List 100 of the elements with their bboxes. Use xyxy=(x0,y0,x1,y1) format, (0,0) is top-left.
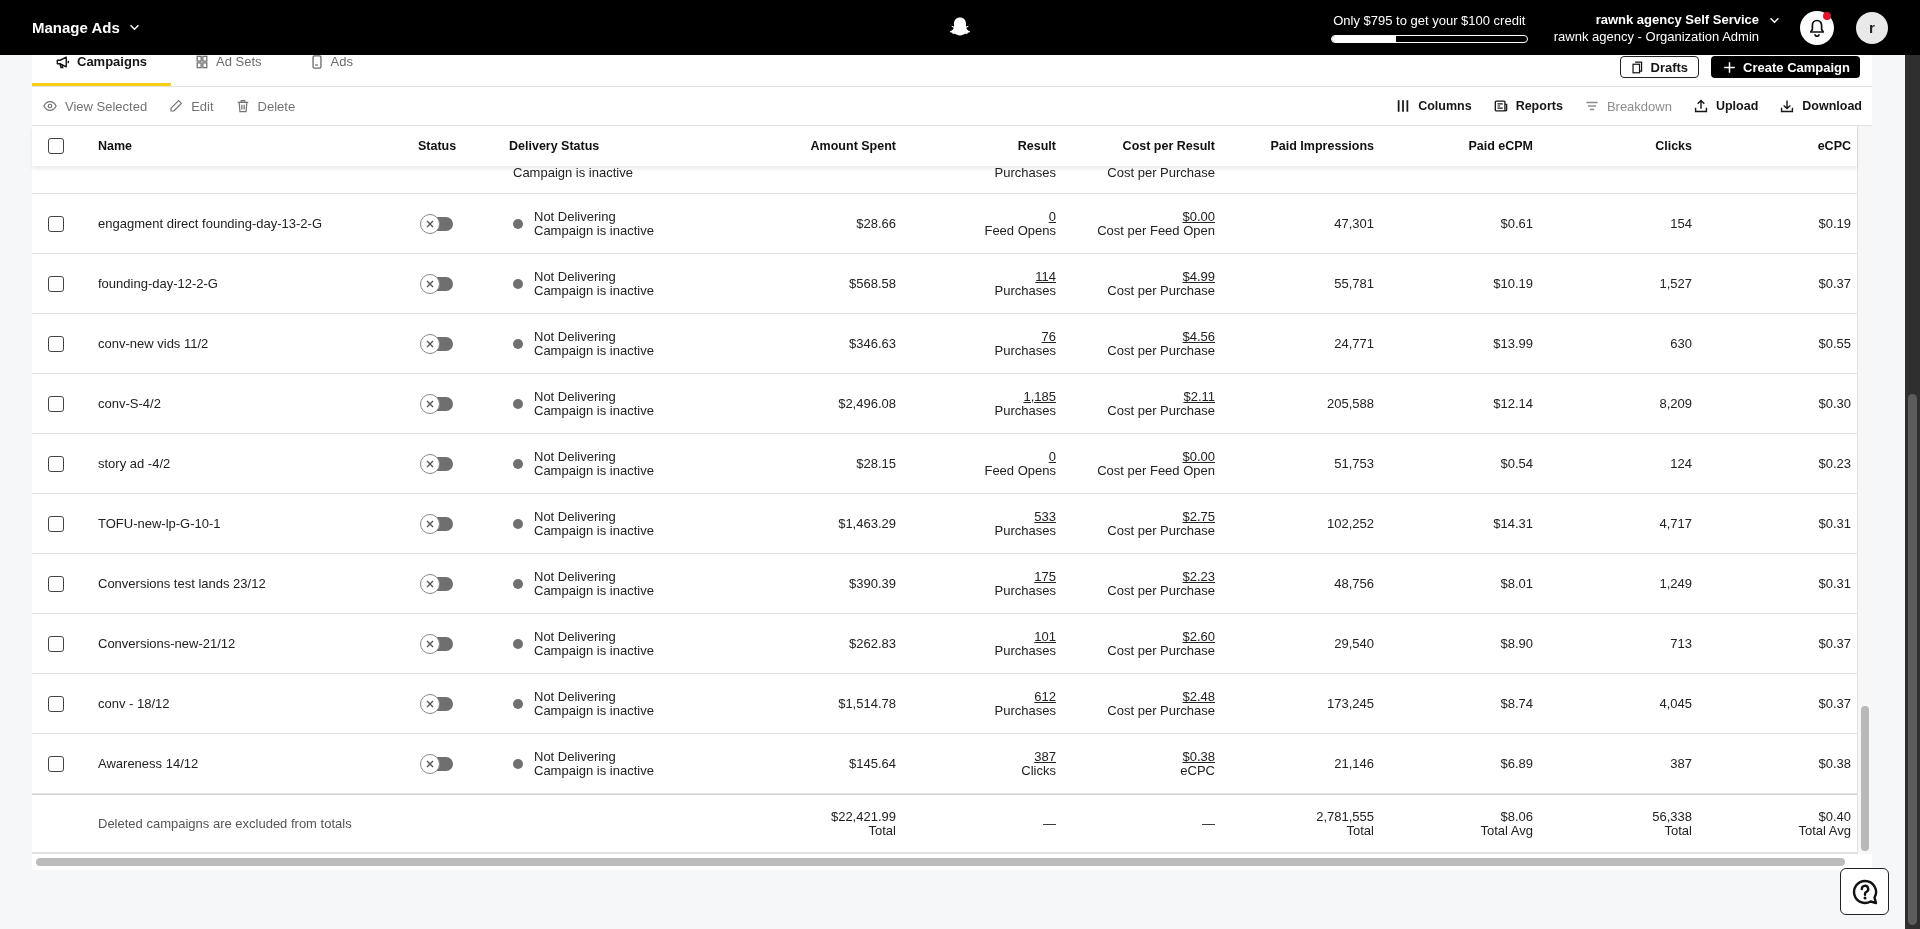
status-toggle[interactable] xyxy=(420,573,453,594)
avatar-button[interactable]: r xyxy=(1856,11,1888,44)
column-header[interactable]: Clicks xyxy=(1655,139,1692,153)
clicks-total: 56,338 xyxy=(1652,809,1692,824)
column-header[interactable]: Result xyxy=(1017,139,1056,153)
status-toggle[interactable] xyxy=(420,513,453,534)
status-toggle[interactable] xyxy=(420,213,453,234)
column-header[interactable]: eCPC xyxy=(1817,139,1851,153)
row-checkbox[interactable] xyxy=(48,755,64,772)
cost-per-result-link[interactable]: $4.56 xyxy=(1182,329,1215,344)
download-button[interactable]: Download xyxy=(1780,99,1862,113)
cost-per-result-link[interactable]: $2.75 xyxy=(1182,509,1215,524)
result-link[interactable]: 114 xyxy=(1035,269,1056,284)
cost-per-result-link[interactable]: $2.23 xyxy=(1182,569,1215,584)
delivery-status: Not Delivering xyxy=(534,449,616,464)
column-header[interactable]: Name xyxy=(98,139,133,153)
result-link[interactable]: 1,185 xyxy=(1023,389,1056,404)
column-header[interactable]: Cost per Result xyxy=(1122,139,1215,153)
row-checkbox[interactable] xyxy=(48,395,64,412)
result-link[interactable]: 76 xyxy=(1041,329,1056,344)
campaign-name[interactable]: engagment direct founding-day-13-2-G xyxy=(98,216,323,231)
app-menu-button[interactable]: Manage Ads xyxy=(32,19,140,36)
cost-per-result-link[interactable]: $0.00 xyxy=(1182,209,1215,224)
campaign-name[interactable]: Conversions-new-21/12 xyxy=(98,636,236,651)
campaign-name[interactable]: TOFU-new-lp-G-10-1 xyxy=(98,516,221,531)
row-checkbox[interactable] xyxy=(48,215,64,232)
campaign-name[interactable]: conv-new vids 11/2 xyxy=(98,336,209,351)
cost-per-result-link[interactable]: $0.38 xyxy=(1182,749,1215,764)
result-link[interactable]: 0 xyxy=(1048,209,1056,224)
campaign-name[interactable]: founding-day-12-2-G xyxy=(98,276,218,291)
result-link[interactable]: 612 xyxy=(1034,689,1056,704)
campaign-name[interactable]: Awareness 14/12 xyxy=(98,756,199,771)
result-link[interactable]: 101 xyxy=(1034,629,1056,644)
cost-per-result-link[interactable]: $2.60 xyxy=(1182,629,1215,644)
cost-per-result-link[interactable]: $2.11 xyxy=(1183,389,1215,404)
row-checkbox[interactable] xyxy=(48,275,64,292)
status-toggle[interactable] xyxy=(420,693,453,714)
row-checkbox[interactable] xyxy=(48,575,64,592)
select-all-checkbox[interactable] xyxy=(48,138,64,154)
delivery-detail: Campaign is inactive xyxy=(534,283,654,298)
upload-button[interactable]: Upload xyxy=(1693,99,1759,113)
drafts-button[interactable]: Drafts xyxy=(1619,56,1700,78)
status-toggle[interactable] xyxy=(420,333,453,354)
reports-button[interactable]: Reports xyxy=(1493,99,1563,113)
clicks-value: 4,045 xyxy=(1659,696,1692,711)
status-toggle[interactable] xyxy=(420,393,453,414)
impressions-total: 2,781,555 xyxy=(1316,809,1374,824)
scrollbar-thumb[interactable] xyxy=(1908,394,1917,925)
ecpm-total: $8.06 xyxy=(1500,809,1533,824)
result-label: Purchases xyxy=(994,643,1056,658)
create-campaign-button[interactable]: Create Campaign xyxy=(1711,56,1860,78)
column-header[interactable]: Status xyxy=(418,139,457,153)
row-checkbox[interactable] xyxy=(48,635,64,652)
column-header[interactable]: Paid Impressions xyxy=(1270,139,1374,153)
columns-button[interactable]: Columns xyxy=(1396,99,1472,113)
cost-per-result-link[interactable]: $0.00 xyxy=(1182,449,1215,464)
account-switcher[interactable]: rawnk agency Self Service rawnk agency - Organization Admin xyxy=(1553,10,1780,45)
result-link[interactable]: 533 xyxy=(1034,509,1056,524)
status-toggle[interactable] xyxy=(420,753,453,774)
result-link[interactable]: 175 xyxy=(1034,569,1056,584)
result-link[interactable]: 387 xyxy=(1034,749,1056,764)
notifications-button[interactable] xyxy=(1800,10,1834,45)
campaign-name[interactable]: Conversions test lands 23/12 xyxy=(98,576,266,591)
status-toggle[interactable] xyxy=(420,453,453,474)
row-checkbox[interactable] xyxy=(48,515,64,532)
cross-icon xyxy=(426,759,434,768)
documents-icon xyxy=(1630,60,1644,74)
campaign-name[interactable]: conv - 18/12 xyxy=(98,696,170,711)
row-checkbox[interactable] xyxy=(48,455,64,472)
cross-icon xyxy=(426,459,434,468)
cost-per-result-link[interactable]: $2.48 xyxy=(1182,689,1215,704)
campaign-name[interactable]: story ad -4/2 xyxy=(98,456,171,471)
impressions-value: 48,756 xyxy=(1334,576,1374,591)
campaign-name[interactable]: conv-S-4/2 xyxy=(98,396,161,411)
column-header[interactable]: Delivery Status xyxy=(509,139,600,153)
tab[interactable]: Ads xyxy=(285,55,377,86)
amount-spent-value: $28.15 xyxy=(856,456,896,471)
vertical-scrollbar[interactable] xyxy=(1857,126,1872,854)
status-toggle[interactable] xyxy=(420,633,453,654)
cost-per-result-link[interactable]: $4.99 xyxy=(1182,269,1215,284)
scrollbar-thumb[interactable] xyxy=(1861,706,1869,851)
ecpc-value: $0.31 xyxy=(1818,516,1851,531)
cost-label: Cost per Purchase xyxy=(1107,283,1215,298)
delivery-detail: Campaign is inactive xyxy=(534,223,654,238)
horizontal-scrollbar-thumb[interactable] xyxy=(36,858,1845,866)
column-header[interactable]: Amount Spent xyxy=(810,139,896,153)
column-header[interactable]: Paid eCPM xyxy=(1468,139,1533,153)
help-button[interactable] xyxy=(1840,868,1889,915)
tab[interactable]: Ad Sets xyxy=(171,55,286,86)
row-checkbox[interactable] xyxy=(48,695,64,712)
page-scrollbar[interactable] xyxy=(1905,55,1920,929)
row-checkbox[interactable] xyxy=(48,335,64,352)
impressions-value: 205,588 xyxy=(1327,396,1374,411)
result-link[interactable]: 0 xyxy=(1048,449,1056,464)
amount-spent-value: $1,463.29 xyxy=(838,516,896,531)
tab[interactable]: Campaigns xyxy=(32,55,172,86)
impressions-value: 21,146 xyxy=(1334,756,1374,771)
amount-spent-value: $390.39 xyxy=(849,576,896,591)
status-toggle[interactable] xyxy=(420,273,453,294)
status-dot-icon xyxy=(513,758,523,769)
